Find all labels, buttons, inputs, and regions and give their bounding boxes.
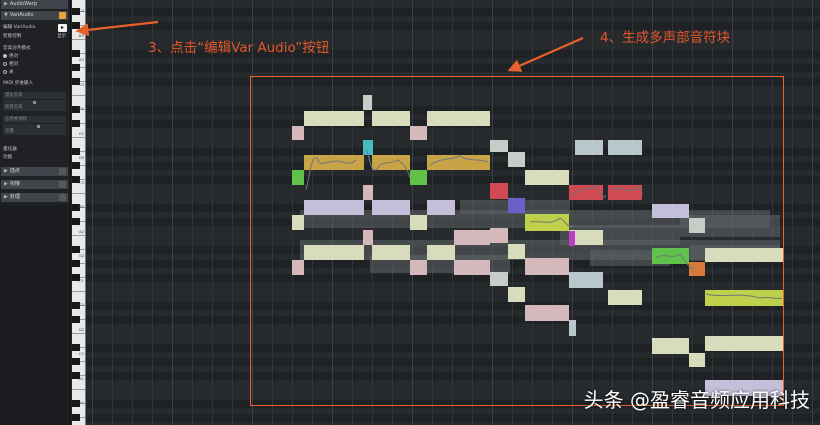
functions-row[interactable]: 功能: [3, 154, 67, 162]
piano-black-key[interactable]: [72, 64, 80, 71]
piano-black-key[interactable]: [72, 162, 80, 169]
radio-icon: [3, 69, 7, 74]
key-octave-label: A3: [79, 57, 85, 62]
section-joins[interactable]: ▶ 衔接: [1, 180, 68, 189]
expand-triangle-icon: ▶: [4, 1, 8, 7]
key-octave-label: B2: [79, 204, 85, 209]
key-octave-label: D3: [79, 155, 85, 160]
watermark: 头条 @盈睿音频应用科技: [583, 388, 810, 412]
selection-rectangle: [250, 76, 784, 406]
quantize-pitch-field[interactable]: 量化音高: [3, 92, 66, 99]
key-octave-label: B3: [79, 32, 85, 38]
audiowarp-section-header[interactable]: ▶ AudioWarp: [1, 0, 68, 9]
midi-step-input-row[interactable]: MIDI 步进输入: [3, 80, 67, 88]
cubase-sample-editor: ▶ AudioWarp ▼ VariAudio 编辑 VariAudio ▸ 智能控…: [0, 0, 820, 425]
edit-varaudio-label: 编辑 VariAudio: [3, 25, 36, 30]
section-icon: [59, 168, 66, 175]
piano-black-key[interactable]: [72, 50, 80, 57]
piano-black-key[interactable]: [72, 120, 80, 127]
inspector-empty-area: [0, 205, 70, 425]
smart-control-label: 智能控制: [3, 34, 22, 39]
section-icon: [59, 194, 66, 201]
pitch-mode-relative[interactable]: 相对: [3, 61, 67, 69]
piano-black-key[interactable]: [72, 218, 80, 225]
key-octave-label: E3: [79, 130, 84, 136]
expand-triangle-icon: ▶: [4, 168, 8, 174]
key-octave-label: C3: [79, 179, 85, 185]
annotation-step4: 4、生成多声部音符块: [600, 30, 731, 46]
expand-triangle-icon: ▶: [4, 181, 8, 187]
key-octave-label: C2: [79, 351, 85, 356]
key-octave-label: G3: [79, 81, 85, 87]
straighten-pitch-field[interactable]: 校直音高: [3, 104, 66, 111]
key-octave-label: D2: [79, 326, 85, 332]
piano-black-key[interactable]: [72, 344, 80, 351]
piano-black-key[interactable]: [72, 246, 80, 253]
key-octave-label: B1: [79, 375, 85, 381]
variaudio-section-header[interactable]: ▼ VariAudio: [1, 11, 68, 20]
pitch-align-mode-title: 音高对齐模式: [3, 46, 31, 51]
piano-keyboard[interactable]: C4 B3 A3 G3 F3 E3 D3 C3 B2 A2 G2 F2 E2 D2 C2 B1 A1: [72, 0, 86, 425]
section-active-icon[interactable]: [59, 12, 66, 19]
key-octave-label: E2: [79, 302, 84, 307]
piano-black-key[interactable]: [72, 316, 80, 323]
apply-clear-field[interactable]: 应用并消除: [3, 116, 66, 123]
expand-triangle-icon: ▶: [4, 194, 8, 200]
key-octave-label: G2: [79, 253, 85, 258]
annotation-step3: 3、点击“编辑Var Audio”按钮: [148, 40, 330, 56]
piano-black-key[interactable]: [72, 260, 80, 267]
pitch-mode-off[interactable]: 关: [3, 69, 67, 77]
collapse-triangle-icon: ▼: [4, 12, 8, 18]
section-insert-points[interactable]: ▶ 插点: [1, 167, 68, 176]
key-octave-label: F3: [79, 106, 84, 111]
key-octave-label: A1: [79, 400, 85, 405]
piano-black-key[interactable]: [72, 22, 80, 29]
section-process[interactable]: ▶ 处理: [1, 193, 68, 202]
inspector-panel: ▶ AudioWarp ▼ VariAudio 编辑 VariAudio ▸ 智能控…: [0, 0, 71, 425]
radio-icon: [3, 53, 7, 58]
edit-varaudio-row: 编辑 VariAudio ▸: [3, 24, 67, 32]
section-icon: [59, 181, 66, 188]
piano-black-key[interactable]: [72, 148, 80, 155]
piano-black-key[interactable]: [72, 358, 80, 365]
smart-control-dropdown[interactable]: 显示: [57, 33, 66, 41]
key-octave-label: F2: [79, 277, 84, 283]
quantizer-row[interactable]: 量化器: [3, 146, 67, 154]
piano-black-key[interactable]: [72, 414, 80, 421]
volume-field[interactable]: 音量: [3, 128, 66, 135]
pitch-mode-absolute[interactable]: 绝对: [3, 53, 67, 61]
smart-control-row: 智能控制 显示: [3, 33, 67, 41]
key-octave-label: A2: [79, 228, 85, 234]
radio-icon: [3, 61, 7, 66]
key-octave-label: C4: [79, 8, 85, 13]
edit-varaudio-button[interactable]: ▸: [58, 24, 67, 32]
